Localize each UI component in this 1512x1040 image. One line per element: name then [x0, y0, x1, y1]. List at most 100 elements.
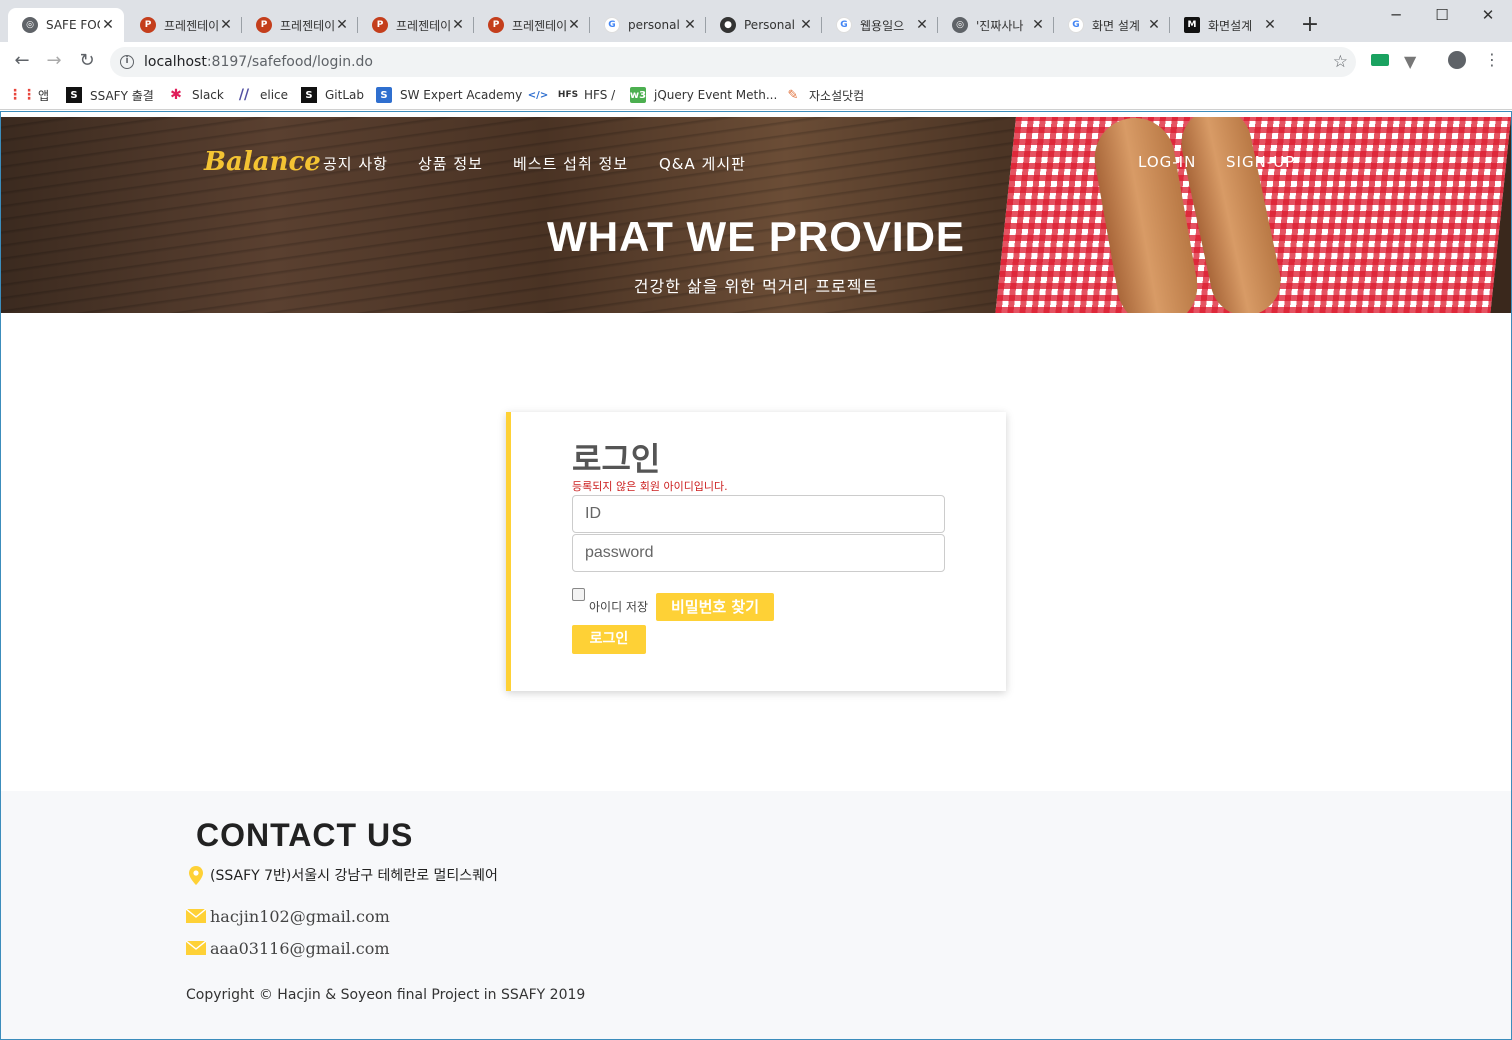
- minimize-window-icon[interactable]: ─: [1373, 4, 1419, 26]
- footer-email-row: hacjin102@gmail.com: [186, 906, 390, 926]
- extension-v-icon[interactable]: ▼: [1404, 52, 1416, 71]
- browser-tab[interactable]: ● Personal ✕: [706, 8, 822, 42]
- bookmark-star-icon[interactable]: ☆: [1333, 52, 1348, 72]
- browser-tab[interactable]: P 프레젠테이션 ✕: [126, 8, 242, 42]
- new-tab-button[interactable]: +: [1298, 14, 1322, 38]
- nav-qna[interactable]: Q&A 게시판: [659, 153, 746, 174]
- close-tab-icon[interactable]: ✕: [682, 17, 698, 33]
- powerpoint-icon: P: [372, 17, 388, 33]
- browser-tab[interactable]: G 화면 설계 ✕: [1054, 8, 1170, 42]
- browser-toolbar: ← → ↻ i localhost:8197/safefood/login.do…: [0, 42, 1512, 80]
- google-icon: G: [836, 17, 852, 33]
- menu-kebab-icon[interactable]: ⋮: [1484, 50, 1500, 69]
- login-submit-button[interactable]: 로그인: [572, 625, 646, 654]
- envelope-icon: [186, 938, 206, 958]
- login-card: 로그인 등록되지 않은 회원 아이디입니다. 아이디 저장 비밀번호 찾기 로그…: [506, 412, 1006, 691]
- maximize-window-icon[interactable]: ☐: [1419, 4, 1465, 26]
- footer-address-row: (SSAFY 7반)서울시 강남구 테헤란로 멀티스퀘어: [186, 865, 498, 885]
- close-tab-icon[interactable]: ✕: [798, 17, 814, 33]
- bookmark-label: SSAFY 출결: [90, 88, 154, 103]
- url-path: :8197/safefood/login.do: [206, 54, 373, 70]
- github-icon: ●: [720, 17, 736, 33]
- address-bar[interactable]: i localhost:8197/safefood/login.do ☆: [110, 47, 1356, 77]
- powerpoint-icon: P: [256, 17, 272, 33]
- brand-logo[interactable]: Balance: [204, 147, 321, 177]
- close-tab-icon[interactable]: ✕: [334, 17, 350, 33]
- bookmark-jasoseol[interactable]: ✎ 자소설닷컴: [785, 86, 865, 104]
- reload-icon[interactable]: ↻: [75, 50, 99, 74]
- google-icon: G: [1068, 17, 1084, 33]
- bookmark-elice[interactable]: // elice: [236, 86, 288, 104]
- browser-tab[interactable]: ◎ '진짜사나 ✕: [938, 8, 1054, 42]
- site-info-icon[interactable]: i: [120, 55, 134, 69]
- remember-id-checkbox[interactable]: [572, 588, 585, 601]
- find-password-button[interactable]: 비밀번호 찾기: [656, 593, 774, 621]
- bookmark-swea[interactable]: S SW Expert Academy: [376, 86, 522, 104]
- elice-icon: //: [238, 87, 250, 103]
- tab-title: 프레젠테이션: [164, 18, 218, 33]
- tab-title: 프레젠테이션: [396, 18, 450, 33]
- tab-title: 프레젠테이션: [512, 18, 566, 33]
- browser-tab[interactable]: G 웹용일으 ✕: [822, 8, 938, 42]
- close-tab-icon[interactable]: ✕: [1030, 17, 1046, 33]
- nav-login[interactable]: LOG-IN: [1138, 153, 1196, 171]
- close-tab-icon[interactable]: ✕: [914, 17, 930, 33]
- browser-tab[interactable]: M 화면설계 ✕: [1170, 8, 1286, 42]
- browser-tab-active[interactable]: ◎ SAFE FOOD ✕: [8, 8, 124, 42]
- bookmark-apps[interactable]: ⋮⋮ 앱: [8, 86, 49, 104]
- remember-id-label: 아이디 저장: [589, 600, 649, 614]
- bookmark-hfs[interactable]: HFS HFS /: [558, 86, 616, 104]
- nav-signup[interactable]: SIGN-UP: [1226, 153, 1295, 171]
- forward-arrow-icon[interactable]: →: [42, 50, 66, 74]
- browser-tab[interactable]: G personal ✕: [590, 8, 706, 42]
- close-window-icon[interactable]: ✕: [1465, 4, 1511, 26]
- bookmark-gitlab[interactable]: S GitLab: [301, 86, 364, 104]
- footer-address: (SSAFY 7반)서울시 강남구 테헤란로 멀티스퀘어: [210, 868, 498, 884]
- bookmark-label: elice: [260, 88, 289, 102]
- tab-title: 화면 설계: [1092, 18, 1140, 33]
- globe-icon: ◎: [952, 17, 968, 33]
- nav-best-intake[interactable]: 베스트 섭취 정보: [513, 153, 628, 174]
- back-arrow-icon[interactable]: ←: [10, 50, 34, 74]
- tab-title: '진짜사나: [976, 18, 1024, 33]
- nav-products[interactable]: 상품 정보: [418, 153, 483, 174]
- login-title: 로그인: [572, 440, 661, 478]
- close-tab-icon[interactable]: ✕: [1146, 17, 1162, 33]
- globe-icon: ◎: [22, 17, 38, 33]
- tab-title: personal: [628, 18, 680, 32]
- bookmark-label: HFS /: [584, 88, 616, 102]
- close-tab-icon[interactable]: ✕: [100, 17, 116, 33]
- tab-title: 웹용일으: [860, 18, 905, 33]
- bookmark-ssafy[interactable]: S SSAFY 출결: [66, 86, 154, 104]
- url-host: localhost: [144, 54, 207, 70]
- hero-subtitle: 건강한 삶을 위한 먹거리 프로젝트: [633, 277, 879, 296]
- extension-ac-icon[interactable]: [1371, 54, 1389, 66]
- google-icon: G: [604, 17, 620, 33]
- bookmark-label: GitLab: [325, 88, 364, 102]
- w3-icon: w3: [630, 87, 646, 103]
- apps-grid-icon: ⋮⋮: [8, 87, 36, 103]
- profile-avatar-icon[interactable]: [1448, 51, 1466, 69]
- swea-icon: S: [376, 87, 392, 103]
- envelope-icon: [186, 906, 206, 926]
- browser-tab[interactable]: P 프레젠테이션 ✕: [358, 8, 474, 42]
- browser-tab[interactable]: P 프레젠테이션 ✕: [242, 8, 358, 42]
- password-input[interactable]: [572, 534, 945, 572]
- footer-email[interactable]: hacjin102@gmail.com: [210, 907, 390, 926]
- bookmark-slack[interactable]: ✱ Slack: [168, 86, 224, 104]
- close-tab-icon[interactable]: ✕: [450, 17, 466, 33]
- bookmark-jquery[interactable]: w3 jQuery Event Meth...: [630, 86, 777, 104]
- close-tab-icon[interactable]: ✕: [218, 17, 234, 33]
- hero-title: WHAT WE PROVIDE: [547, 213, 965, 260]
- close-tab-icon[interactable]: ✕: [566, 17, 582, 33]
- footer-email[interactable]: aaa03116@gmail.com: [210, 939, 390, 958]
- nav-notice[interactable]: 공지 사항: [323, 153, 388, 174]
- id-input[interactable]: [572, 495, 945, 533]
- map-pin-icon: [186, 865, 206, 885]
- bookmarks-bar: ⋮⋮ 앱 S SSAFY 출결 ✱ Slack // elice S GitLa…: [0, 80, 1512, 110]
- browser-tab[interactable]: P 프레젠테이션 ✕: [474, 8, 590, 42]
- footer-email-row: aaa03116@gmail.com: [186, 938, 390, 958]
- code-icon: </>: [527, 89, 549, 101]
- close-tab-icon[interactable]: ✕: [1262, 17, 1278, 33]
- bookmark-code[interactable]: </>: [528, 86, 556, 104]
